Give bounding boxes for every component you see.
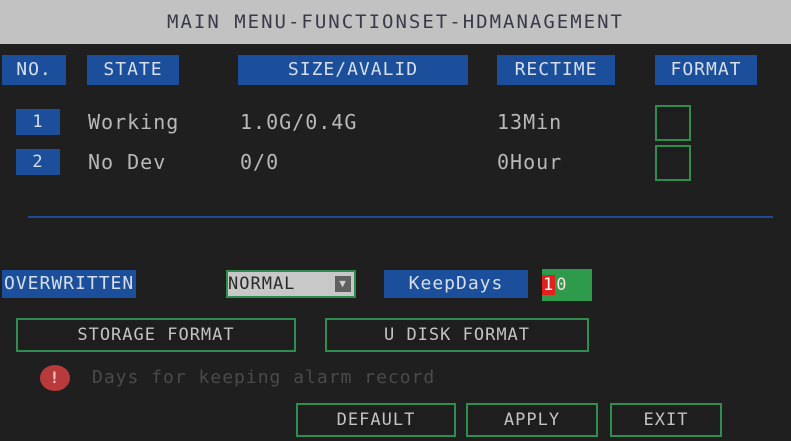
row-number-1: 1 xyxy=(16,109,60,135)
section-divider xyxy=(28,216,773,218)
column-header-state: STATE xyxy=(87,55,179,85)
row-1-rectime: 13Min xyxy=(497,110,563,134)
keepdays-digit-2: 0 xyxy=(556,275,568,295)
hd-management-screen: MAIN MENU-FUNCTIONSET-HDMANAGEMENT NO. S… xyxy=(0,0,791,441)
row-2-size: 0/0 xyxy=(240,150,280,174)
keepdays-digit-1: 1 xyxy=(542,275,556,295)
default-button[interactable]: DEFAULT xyxy=(296,403,456,437)
row-1-size: 1.0G/0.4G xyxy=(240,110,358,134)
overwritten-label: OVERWRITTEN xyxy=(2,270,137,298)
u-disk-format-button[interactable]: U DISK FORMAT xyxy=(325,318,589,352)
row-2-format-checkbox[interactable] xyxy=(655,145,691,181)
apply-button[interactable]: APPLY xyxy=(466,403,598,437)
column-header-rectime: RECTIME xyxy=(497,55,615,85)
keepdays-label: KeepDays xyxy=(384,270,528,298)
row-2-state: No Dev xyxy=(88,150,167,174)
row-2-rectime: 0Hour xyxy=(497,150,563,174)
keepdays-input[interactable]: 10 xyxy=(542,269,592,301)
column-header-format: FORMAT xyxy=(655,55,757,85)
page-title: MAIN MENU-FUNCTIONSET-HDMANAGEMENT xyxy=(0,0,791,44)
row-number-2: 2 xyxy=(16,149,60,175)
exit-button[interactable]: EXIT xyxy=(610,403,722,437)
row-1-state: Working xyxy=(88,110,180,134)
column-header-size: SIZE/AVALID xyxy=(238,55,468,85)
dropdown-arrow-icon[interactable]: ▼ xyxy=(335,276,351,292)
overwrite-mode-value: NORMAL xyxy=(228,274,296,294)
hint-text: Days for keeping alarm record xyxy=(92,367,436,388)
row-1-format-checkbox[interactable] xyxy=(655,105,691,141)
column-header-no: NO. xyxy=(2,55,66,85)
alert-icon: ! xyxy=(40,365,70,391)
storage-format-button[interactable]: STORAGE FORMAT xyxy=(16,318,296,352)
